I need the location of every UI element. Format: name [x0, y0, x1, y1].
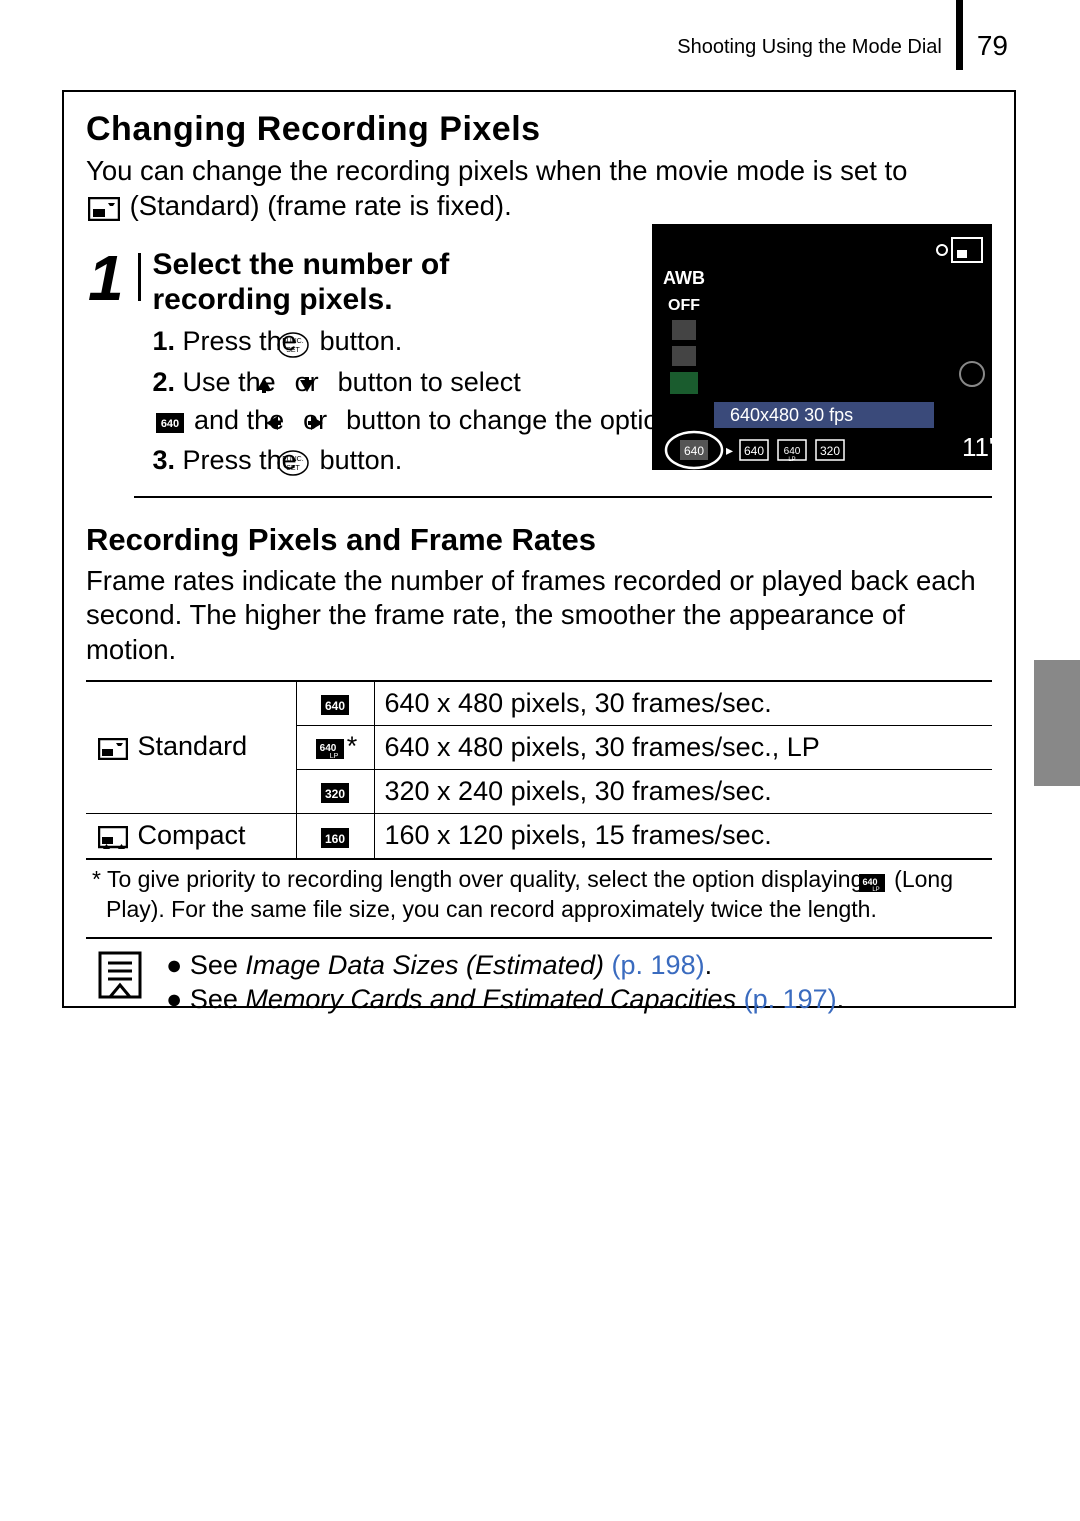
size-640-icon: 640 — [320, 688, 350, 719]
step-number: 1 — [86, 247, 134, 482]
size-icon-cell: 160 — [296, 813, 374, 858]
step-item-2-num: 2. — [153, 367, 176, 397]
pixel-table: Standard 640 640 x 480 pixels, 30 frames… — [86, 680, 992, 860]
ref-page-link[interactable]: (p. 197) — [744, 984, 837, 1014]
ref-suffix: . — [705, 950, 713, 980]
size-desc-cell: 640 x 480 pixels, 30 frames/sec. — [374, 682, 992, 726]
footnote: * To give priority to recording length o… — [86, 865, 992, 923]
reference-item: ● See Memory Cards and Estimated Capacit… — [166, 983, 844, 1017]
mode-cell-compact: Compact — [86, 813, 296, 858]
step-item-2-t3: button to select — [338, 367, 521, 397]
section-title: Changing Recording Pixels — [86, 110, 992, 149]
intro-text-1: You can change the recording pixels when… — [86, 155, 907, 186]
svg-text:▸: ▸ — [726, 442, 733, 458]
intro-paragraph: You can change the recording pixels when… — [86, 154, 992, 225]
size-icon-cell: 640 — [296, 682, 374, 726]
size-icon-cell: 640LP* — [296, 725, 374, 769]
reference-block: ● See Image Data Sizes (Estimated) (p. 1… — [86, 949, 992, 1017]
reference-divider — [86, 937, 992, 939]
step-item-1-num: 1. — [153, 326, 176, 356]
mode-cell-standard: Standard — [86, 682, 296, 814]
ref-prefix: See — [190, 984, 246, 1014]
svg-text:LP: LP — [872, 887, 879, 893]
camera-lcd-screenshot: AWB OFF 640x480 30 fps 640 ▸ — [652, 224, 992, 470]
lcd-menu-awb: AWB — [663, 268, 705, 288]
svg-text:LP: LP — [788, 457, 795, 463]
svg-text:160: 160 — [325, 832, 345, 846]
ref-prefix: See — [190, 950, 246, 980]
movie-standard-icon — [88, 190, 120, 225]
func-set-icon: FUNC.SET — [306, 443, 310, 479]
movie-compact-icon — [98, 821, 128, 852]
size-desc-cell: 640 x 480 pixels, 30 frames/sec., LP — [374, 725, 992, 769]
table-row: Compact 160 160 x 120 pixels, 15 frames/… — [86, 813, 992, 858]
movie-standard-icon — [98, 732, 128, 763]
page-number-box: 79 — [956, 0, 1008, 70]
svg-text:320: 320 — [325, 787, 345, 801]
main-content-frame: Changing Recording Pixels You can change… — [62, 90, 1016, 1008]
svg-text:640: 640 — [862, 877, 877, 887]
svg-text:640: 640 — [784, 446, 801, 457]
reference-item: ● See Image Data Sizes (Estimated) (p. 1… — [166, 949, 844, 983]
reference-list: ● See Image Data Sizes (Estimated) (p. 1… — [166, 949, 844, 1017]
svg-text:640: 640 — [684, 444, 704, 458]
mode-label: Compact — [138, 820, 246, 850]
chapter-tab — [1034, 660, 1080, 786]
svg-text:FUNC.: FUNC. — [282, 456, 303, 463]
ref-title: Image Data Sizes (Estimated) — [245, 950, 604, 980]
step-item-1-after: button. — [320, 326, 403, 356]
svg-text:320: 320 — [820, 444, 840, 458]
size-icon-cell: 320 — [296, 769, 374, 813]
svg-text:FUNC.: FUNC. — [282, 338, 303, 345]
bullet-icon: ● — [166, 984, 182, 1014]
mode-label: Standard — [138, 731, 248, 761]
lcd-time-text: 11" — [962, 432, 992, 462]
lcd-status-text: 640x480 30 fps — [730, 405, 853, 425]
size-icon-suffix: * — [347, 731, 358, 761]
sub-heading: Recording Pixels and Frame Rates — [86, 522, 992, 558]
ref-page-link[interactable]: (p. 198) — [612, 950, 705, 980]
func-set-icon: FUNC.SET — [306, 325, 310, 361]
svg-text:640: 640 — [325, 699, 345, 713]
step-item-2-t6: button to change the option. — [346, 405, 681, 435]
step-divider — [138, 253, 141, 301]
svg-text:640: 640 — [744, 444, 764, 458]
page-header: Shooting Using the Mode Dial 79 — [677, 0, 1008, 70]
svg-text:LP: LP — [329, 753, 338, 760]
svg-text:640: 640 — [160, 418, 178, 430]
step-heading: Select the number of recording pixels. — [153, 247, 573, 318]
bullet-icon: ● — [166, 950, 182, 980]
breadcrumb: Shooting Using the Mode Dial — [677, 0, 956, 59]
svg-text:SET: SET — [286, 465, 300, 472]
reference-note-icon — [94, 949, 146, 1001]
step-rule — [134, 496, 992, 498]
lcd-menu-off: OFF — [668, 297, 700, 314]
size-640lp-icon: 640LP — [315, 732, 345, 763]
footnote-before: To give priority to recording length ove… — [107, 866, 870, 892]
ref-suffix: . — [837, 984, 845, 1014]
size-desc-cell: 320 x 240 pixels, 30 frames/sec. — [374, 769, 992, 813]
sub-paragraph: Frame rates indicate the number of frame… — [86, 564, 992, 668]
size-160-icon: 160 — [320, 821, 350, 852]
step-item-3-num: 3. — [153, 445, 176, 475]
step-item-3-after: button. — [320, 445, 403, 475]
size-320-icon: 320 — [320, 776, 350, 807]
footnote-prefix: * — [92, 866, 107, 892]
ref-title: Memory Cards and Estimated Capacities — [245, 984, 736, 1014]
intro-text-2: (Standard) (frame rate is fixed). — [122, 190, 512, 221]
size-640lp-icon: 640LP — [872, 867, 886, 895]
svg-text:SET: SET — [286, 347, 300, 354]
size-desc-cell: 160 x 120 pixels, 15 frames/sec. — [374, 813, 992, 858]
table-row: Standard 640 640 x 480 pixels, 30 frames… — [86, 682, 992, 726]
page-number: 79 — [977, 30, 1008, 61]
